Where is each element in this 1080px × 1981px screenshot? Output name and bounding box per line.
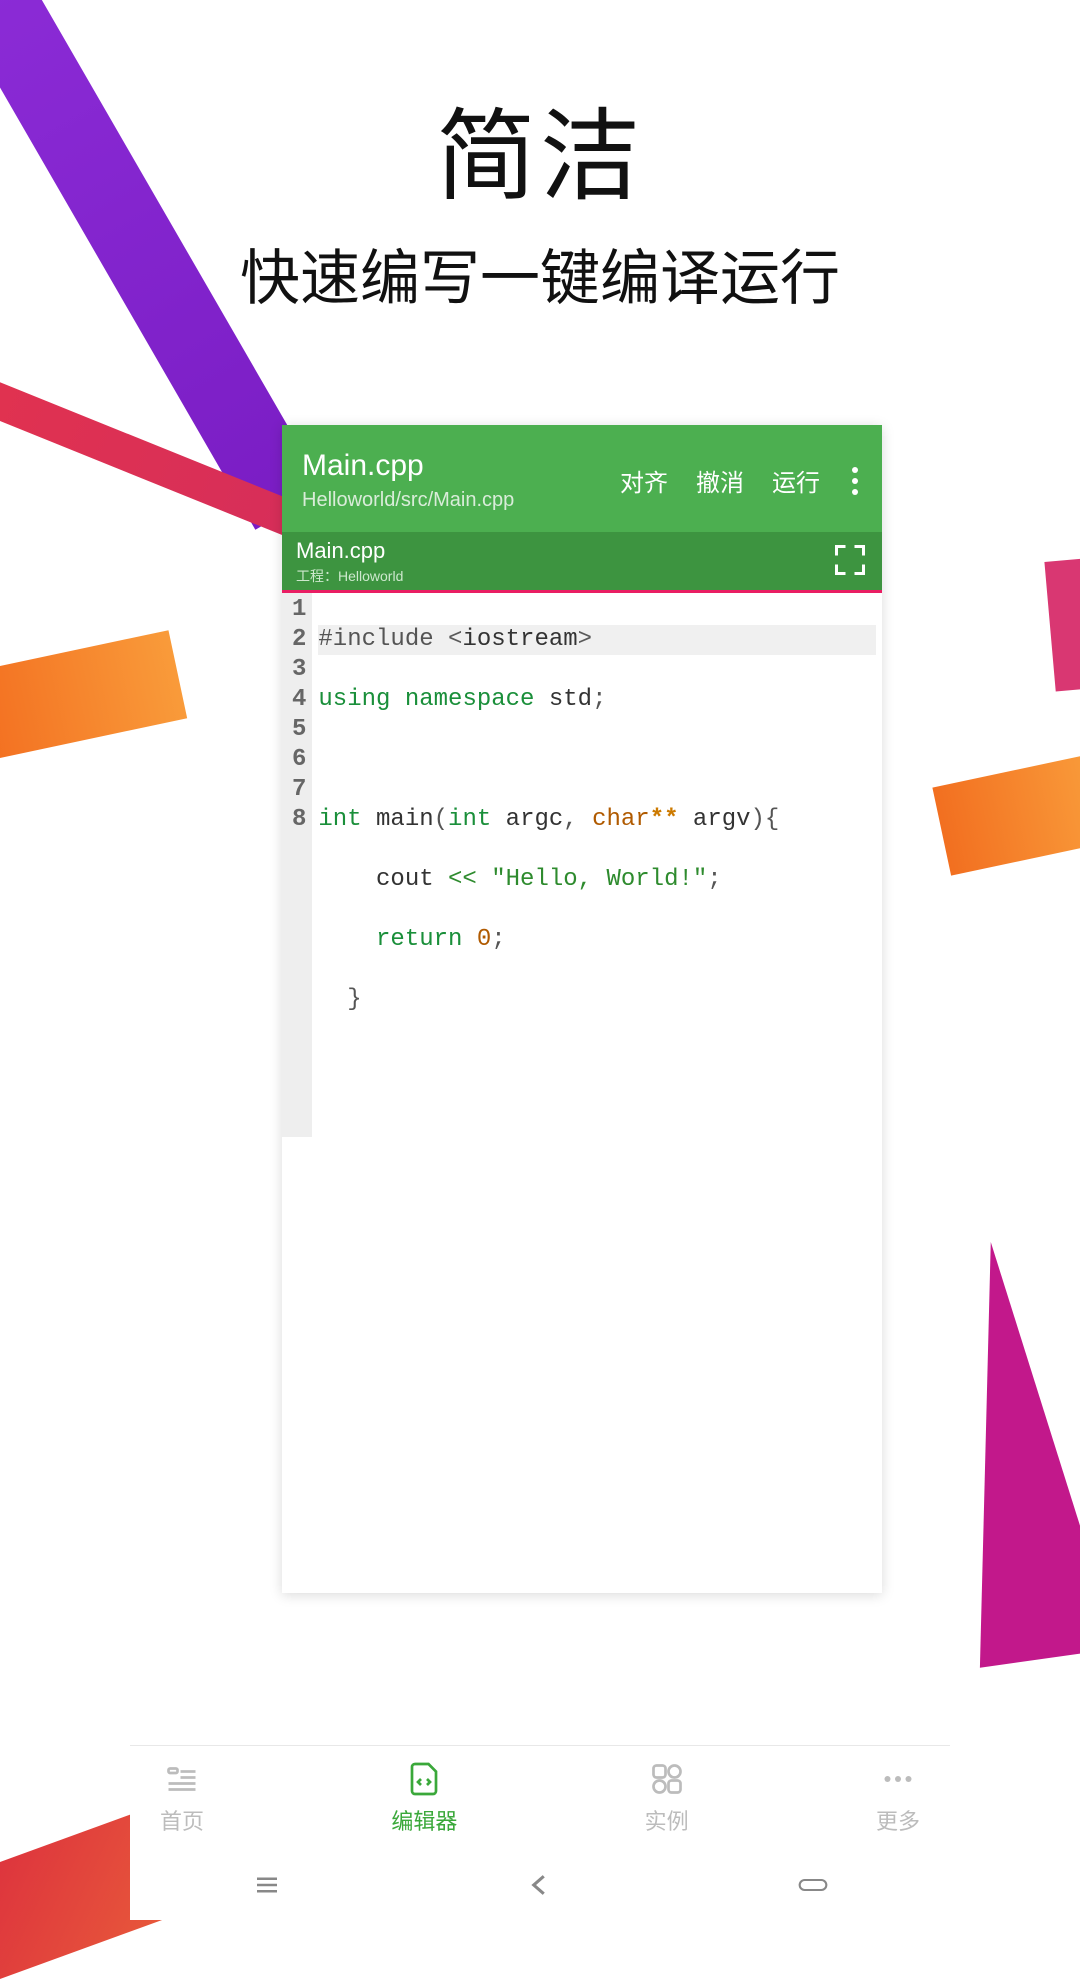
align-button[interactable]: 对齐 bbox=[620, 463, 668, 498]
decor-pink-right bbox=[1044, 559, 1080, 692]
editor-toolbar: Main.cpp Helloworld/src/Main.cpp 对齐 撤消 运… bbox=[282, 425, 882, 532]
file-title: Main.cpp bbox=[302, 449, 514, 483]
nav-home[interactable]: 首页 bbox=[160, 1760, 204, 1836]
more-menu-icon[interactable] bbox=[848, 467, 862, 495]
line-number-gutter: 1 2 3 4 5 6 7 8 bbox=[282, 593, 312, 1137]
undo-button[interactable]: 撤消 bbox=[696, 463, 744, 498]
fullscreen-icon[interactable] bbox=[832, 542, 868, 583]
file-path: Helloworld/src/Main.cpp bbox=[302, 489, 514, 512]
editor-tabbar: Main.cpp 工程：Helloworld bbox=[282, 532, 882, 590]
nav-editor[interactable]: 编辑器 bbox=[391, 1760, 457, 1836]
hero-area: 简洁 快速编写一键编译运行 bbox=[0, 75, 1080, 317]
tab-filename[interactable]: Main.cpp bbox=[296, 538, 403, 564]
decor-magenta-triangle bbox=[921, 1232, 1080, 1667]
hero-title: 简洁 bbox=[0, 75, 1080, 220]
home-icon bbox=[163, 1760, 201, 1798]
decor-orange-left bbox=[0, 630, 187, 760]
nav-home-label: 首页 bbox=[160, 1804, 204, 1836]
nav-examples-label: 实例 bbox=[645, 1804, 689, 1836]
sys-menu-icon[interactable] bbox=[252, 1870, 282, 1905]
more-icon bbox=[879, 1760, 917, 1798]
system-nav-bar bbox=[130, 1854, 950, 1920]
code-content[interactable]: #include <iostream> using namespace std;… bbox=[312, 593, 882, 1137]
editor-panel: Main.cpp Helloworld/src/Main.cpp 对齐 撤消 运… bbox=[282, 425, 882, 1593]
nav-examples[interactable]: 实例 bbox=[645, 1760, 689, 1836]
nav-more-label: 更多 bbox=[876, 1804, 920, 1836]
bottom-nav: 首页 编辑器 实例 更多 bbox=[130, 1745, 950, 1854]
decor-orange-right bbox=[932, 754, 1080, 875]
run-button[interactable]: 运行 bbox=[772, 463, 820, 498]
nav-more[interactable]: 更多 bbox=[876, 1760, 920, 1836]
code-file-icon bbox=[405, 1760, 443, 1798]
hero-subtitle: 快速编写一键编译运行 bbox=[0, 230, 1080, 317]
sys-back-icon[interactable] bbox=[525, 1870, 555, 1905]
code-editor[interactable]: 1 2 3 4 5 6 7 8 #include <iostream> usin… bbox=[282, 593, 882, 1593]
tab-project: 工程：Helloworld bbox=[296, 566, 403, 586]
grid-icon bbox=[648, 1760, 686, 1798]
sys-home-icon[interactable] bbox=[798, 1870, 828, 1905]
nav-editor-label: 编辑器 bbox=[391, 1804, 457, 1836]
